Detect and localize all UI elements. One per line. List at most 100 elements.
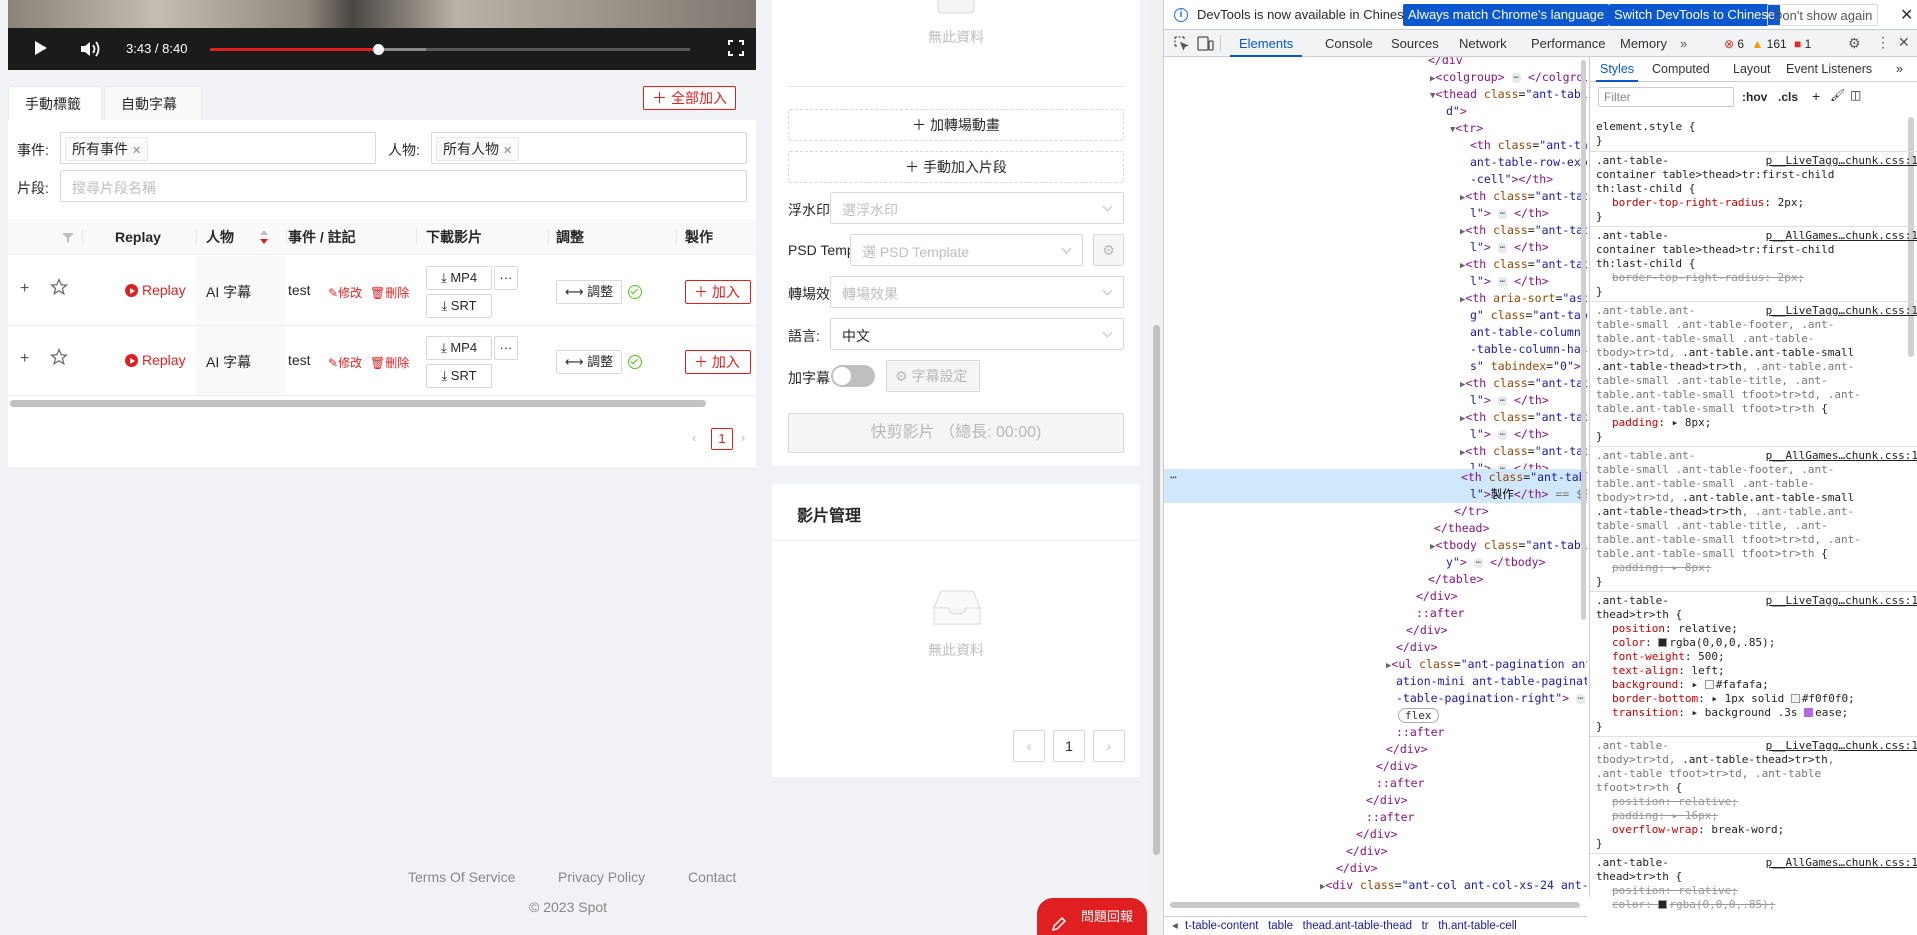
crumb-item[interactable]: th.ant-table-cell [1438,920,1517,932]
dom-node-th[interactable]: ▶<th class="ant-table-cel [1164,188,1587,205]
add-button[interactable]: ＋ 加入 [685,280,751,304]
pager-current[interactable]: 1 [711,428,733,450]
sidebar-toggle-icon[interactable]: ◫ [1850,88,1861,102]
volume-icon[interactable] [80,40,102,61]
expand-icon[interactable]: + [20,280,29,298]
more-icon[interactable]: ··· [494,266,518,290]
tab-memory[interactable]: Memory [1620,30,1667,57]
contact-link[interactable]: Contact [688,869,736,885]
edit-link[interactable]: ✎修改 [328,354,362,371]
tab-sources[interactable]: Sources [1391,30,1439,57]
crumb-item[interactable]: t-table-content [1185,920,1259,932]
download-mp4-button[interactable]: ⤓ MP4 [426,266,492,290]
inspect-element-icon[interactable] [1174,36,1189,54]
dom-node-selected-th[interactable]: ⋯<th class="ant-table-cel [1164,469,1587,486]
more-tabs-icon[interactable]: » [1680,30,1687,57]
add-transition-button[interactable]: ＋ 加轉場動畫 [788,109,1124,141]
filter-icon[interactable] [62,231,74,247]
dom-node-tr[interactable]: ▼<tr> [1164,120,1587,137]
delete-link[interactable]: 🗑刪除 [370,354,409,371]
edit-link[interactable]: ✎修改 [328,284,362,301]
dom-node-th[interactable]: ▶<th aria-sort="ascendin [1164,290,1587,307]
download-srt-button[interactable]: ⤓ SRT [426,364,492,388]
close-icon[interactable]: ✕ [132,145,141,157]
sort-icon[interactable] [260,230,268,247]
dom-node-colgroup[interactable]: ▶<colgroup> ⋯ </colgroup> [1164,69,1587,86]
cls-toggle[interactable]: .cls [1778,90,1798,104]
tab-layout[interactable]: Layout [1733,57,1771,82]
download-srt-button[interactable]: ⤓ SRT [426,294,492,318]
dom-tree[interactable]: </div ▶<colgroup> ⋯ </colgroup> ▼<thead … [1164,57,1587,897]
tab-computed[interactable]: Computed [1652,57,1710,82]
pager-prev-icon[interactable]: ‹ [692,430,696,445]
crumb-item[interactable]: thead.ant-table-thead [1303,920,1412,932]
replay-link[interactable]: Replay [125,282,186,298]
transition-select[interactable]: 轉場效果 [830,276,1124,308]
watermark-select[interactable]: 選浮水印 [830,192,1124,224]
page-scrollbar-thumb[interactable] [1153,325,1160,855]
dom-node-pagination[interactable]: ▶<ul class="ant-pagination ant-pagin [1164,656,1587,673]
dom-tree-scrollbar[interactable] [1581,60,1586,620]
feedback-button[interactable]: 問題回報 [1037,898,1147,935]
dom-node-th[interactable]: ▶<th class="ant-table-cel [1164,222,1587,239]
clip-search-input[interactable]: 搜尋片段名稱 [60,170,747,202]
tab-console[interactable]: Console [1325,30,1373,57]
tab-network[interactable]: Network [1459,30,1507,57]
dont-show-again-button[interactable]: Don't show again [1767,4,1879,26]
star-icon[interactable] [49,347,69,369]
dom-node-th[interactable]: ▶<th class="ant-table-cel [1164,375,1587,392]
crumb-item[interactable]: table [1268,920,1293,932]
adjust-button[interactable]: ⟷ 調整 [556,350,622,374]
close-icon[interactable]: ✕ [503,145,512,157]
terms-link[interactable]: Terms Of Service [408,869,515,885]
crumb-item[interactable]: tr [1422,920,1429,932]
pager-next-icon[interactable]: › [1093,730,1125,762]
pager-current[interactable]: 1 [1053,730,1085,762]
fullscreen-icon[interactable] [728,40,744,59]
kebab-menu-icon[interactable]: ⋮ [1876,34,1890,51]
tab-elements[interactable]: Elements [1230,30,1303,57]
dom-node-tbody[interactable]: ▶<tbody class="ant-table-tbod [1164,537,1587,554]
person-filter-select[interactable]: 所有人物 ✕ [431,132,747,164]
pager-prev-icon[interactable]: ‹ [1013,730,1045,762]
adjust-button[interactable]: ⟷ 調整 [556,280,622,304]
col-person[interactable]: 人物 [206,219,234,255]
hov-toggle[interactable]: :hov [1742,90,1767,104]
download-mp4-button[interactable]: ⤓ MP4 [426,336,492,360]
dom-node-col[interactable]: ▶<div class="ant-col ant-col-xs-24 ant-c [1164,877,1587,894]
psd-template-select[interactable]: 選 PSD Template [850,234,1083,266]
more-style-tabs-icon[interactable]: » [1896,57,1903,82]
event-filter-tag[interactable]: 所有事件 ✕ [65,137,149,161]
styles-filter-input[interactable]: Filter [1598,87,1734,107]
replay-link[interactable]: Replay [125,352,186,368]
dom-node-th[interactable]: ▶<th class="ant-table-cel [1164,443,1587,460]
person-filter-tag[interactable]: 所有人物 ✕ [436,137,520,161]
add-all-button[interactable]: ＋ 全部加入 [643,86,736,110]
dom-tree-horizontal-scrollbar[interactable] [1170,902,1580,908]
always-match-language-button[interactable]: Always match Chrome's language [1403,4,1610,26]
close-devtools-icon[interactable]: ✕ [1898,34,1910,51]
video-progress-handle[interactable] [373,44,384,55]
tab-performance[interactable]: Performance [1531,30,1605,57]
video-progress-track[interactable] [210,44,690,55]
expand-icon[interactable]: + [20,350,29,368]
dom-node-th[interactable]: ▶<th class="ant-table-cel [1164,409,1587,426]
tab-styles[interactable]: Styles [1596,57,1639,82]
add-clip-button[interactable]: ＋ 手動加入片段 [788,151,1124,183]
close-icon[interactable]: ✕ [1900,5,1913,25]
subtitle-settings-button[interactable]: ⚙ 字幕設定 [886,360,980,392]
language-select[interactable]: 中文 [830,318,1124,350]
star-icon[interactable] [49,277,69,299]
gear-icon[interactable]: ⚙ [1093,234,1124,266]
video-player[interactable]: 3:43 / 8:40 [8,0,756,70]
delete-link[interactable]: 🗑刪除 [370,284,409,301]
switch-devtools-chinese-button[interactable]: Switch DevTools to Chinese [1609,4,1781,26]
privacy-link[interactable]: Privacy Policy [558,869,645,885]
add-button[interactable]: ＋ 加入 [685,350,751,374]
dom-node-th[interactable]: <th class="ant-table-cell [1164,137,1587,154]
paint-icon[interactable]: 🖌 [1830,88,1845,102]
add-rule-icon[interactable]: + [1812,88,1820,104]
tab-auto-subtitles[interactable]: 自動字幕 [104,86,202,120]
pager-next-icon[interactable]: › [741,430,745,445]
quick-cut-button[interactable]: 快剪影片 （總長: 00:00) [788,413,1124,453]
